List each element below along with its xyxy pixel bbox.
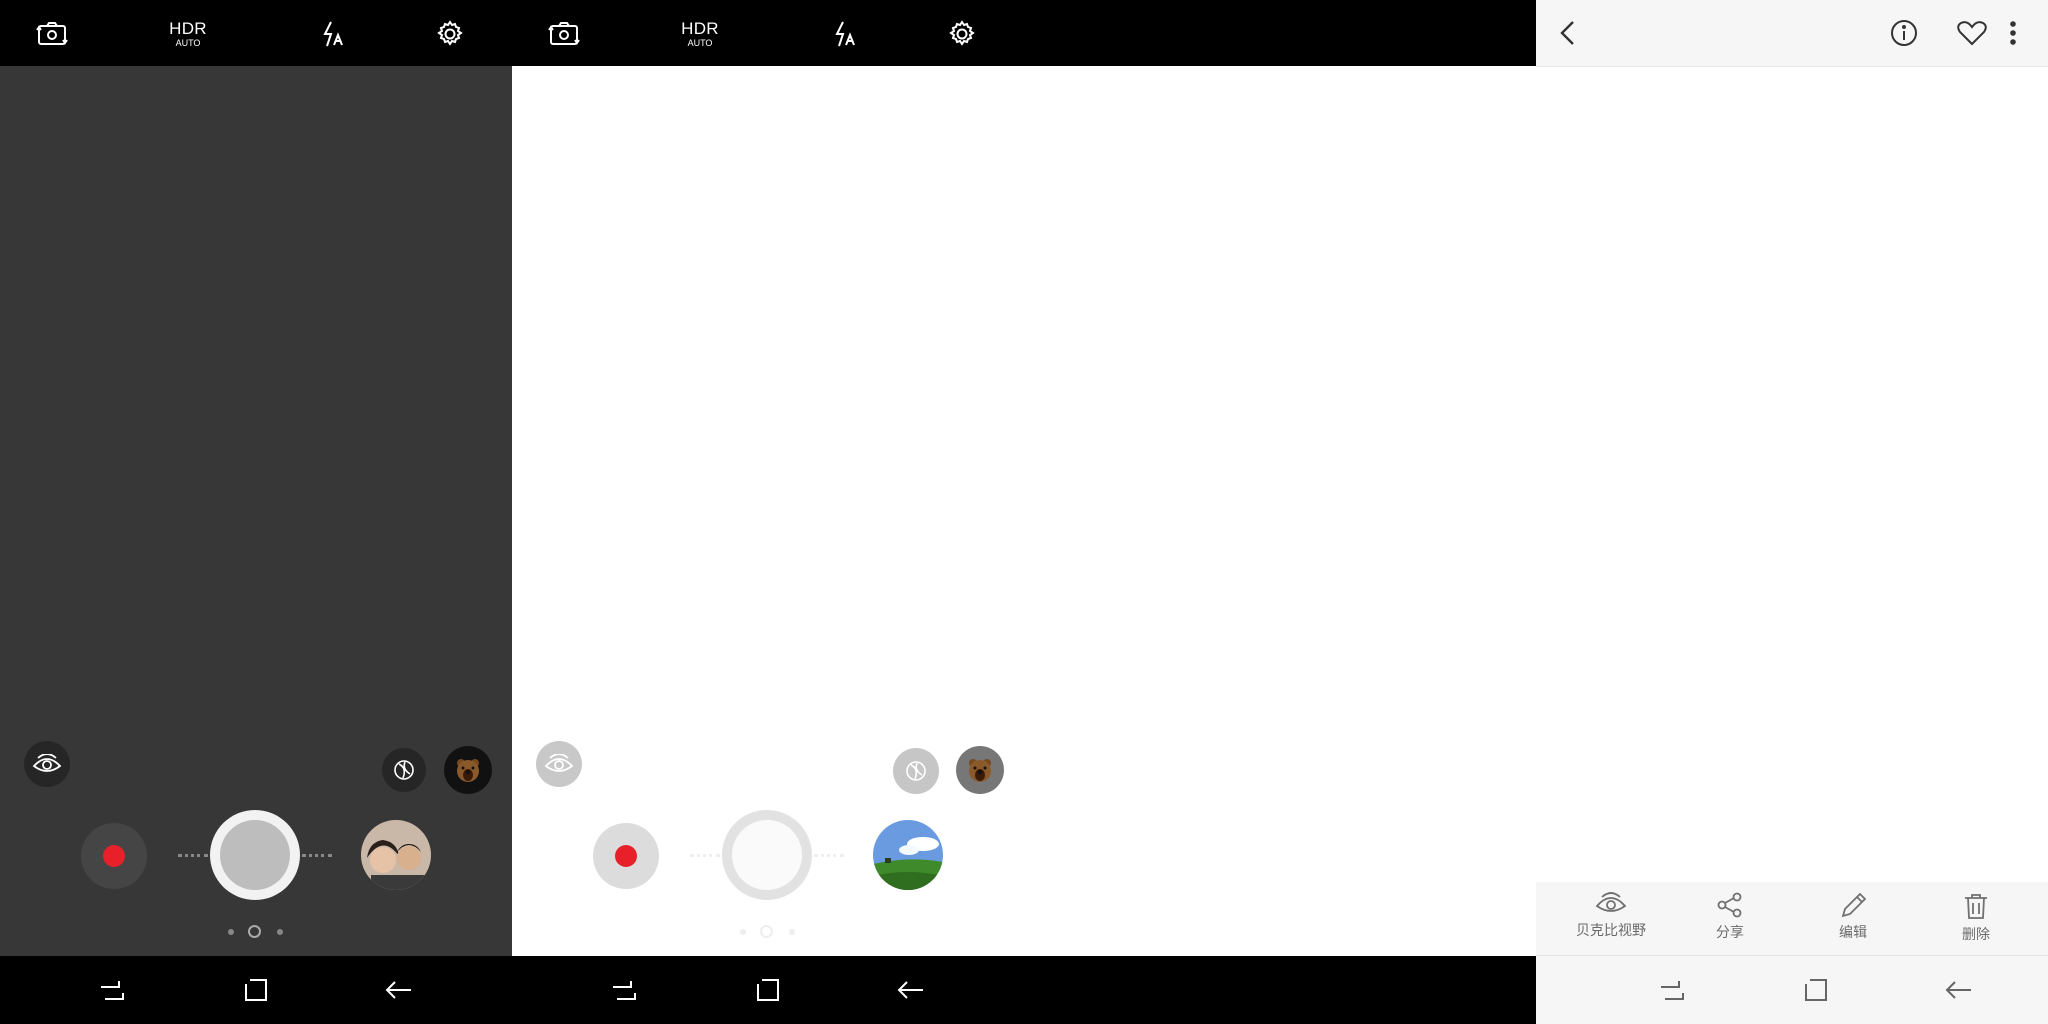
edit-pencil-icon	[1841, 892, 1867, 918]
settings-gear-icon[interactable]	[938, 10, 986, 58]
hdr-mode: AUTO	[175, 38, 201, 48]
recent-apps-icon[interactable]	[88, 970, 136, 1010]
switch-camera-icon[interactable]	[28, 10, 76, 58]
system-nav-bar	[1536, 955, 2048, 1024]
settings-gear-icon[interactable]	[426, 10, 474, 58]
pager-dot	[228, 929, 234, 935]
gallery-toolbar: 贝克比视野 分享 编辑 删除	[1536, 882, 2048, 955]
home-icon[interactable]	[1792, 970, 1840, 1010]
flash-auto-icon[interactable]	[821, 10, 869, 58]
favorite-heart-icon[interactable]	[1948, 13, 1996, 53]
tool-label: 编辑	[1839, 924, 1867, 940]
hdr-toggle[interactable]: HDR AUTO	[164, 10, 212, 58]
record-video-icon[interactable]	[81, 823, 147, 889]
gallery-viewer-screen: 贝克比视野 分享 编辑 删除	[1536, 0, 2048, 1024]
pager-dot-active	[248, 925, 261, 938]
camera-viewfinder-flash[interactable]	[512, 66, 1536, 956]
bear-sticker-icon[interactable]	[444, 746, 492, 794]
shutter-button[interactable]	[722, 810, 812, 900]
bear-sticker-icon[interactable]	[956, 746, 1004, 794]
system-nav-bar	[512, 956, 1536, 1024]
bixby-vision-eye-icon[interactable]	[536, 741, 582, 787]
hdr-mode: AUTO	[687, 38, 713, 48]
mode-pager	[226, 925, 286, 939]
hdr-label: HDR	[681, 19, 719, 38]
bixby-vision-eye-icon[interactable]	[24, 741, 70, 787]
shutter-divider-right	[302, 854, 332, 857]
system-nav-bar	[0, 956, 512, 1024]
gallery-thumbnail[interactable]	[361, 820, 431, 890]
record-video-icon[interactable]	[593, 823, 659, 889]
camera-top-bar: HDR AUTO	[0, 0, 512, 66]
share-icon	[1717, 892, 1742, 918]
hdr-toggle[interactable]: HDR AUTO	[676, 10, 724, 58]
shutter-button[interactable]	[210, 810, 300, 900]
back-arrow-icon[interactable]	[375, 970, 423, 1010]
info-icon[interactable]	[1880, 13, 1928, 53]
back-chevron-icon[interactable]	[1544, 13, 1592, 53]
shutter-divider-left	[178, 854, 208, 857]
filter-effects-icon[interactable]	[893, 748, 939, 794]
pager-dot	[277, 929, 283, 935]
tool-bixby-vision[interactable]: 贝克比视野	[1561, 892, 1661, 952]
photo-canvas[interactable]	[1536, 67, 2048, 882]
pager-dot	[789, 929, 795, 935]
gallery-header	[1536, 0, 2048, 67]
tool-delete[interactable]: 删除	[1926, 892, 2026, 952]
trash-icon	[1965, 894, 1987, 919]
tool-edit[interactable]: 编辑	[1803, 892, 1903, 952]
back-arrow-icon[interactable]	[1935, 970, 1983, 1010]
home-icon[interactable]	[744, 970, 792, 1010]
pager-dot-active	[760, 925, 773, 938]
tool-label: 删除	[1962, 926, 1990, 942]
tool-label: 贝克比视野	[1576, 922, 1646, 938]
recent-apps-icon[interactable]	[600, 970, 648, 1010]
more-options-icon[interactable]	[1998, 13, 2028, 53]
switch-camera-icon[interactable]	[540, 10, 588, 58]
camera-screen-capturing: HDR AUTO	[512, 0, 1536, 1024]
flash-auto-icon[interactable]	[309, 10, 357, 58]
gallery-thumbnail[interactable]	[873, 820, 943, 890]
mode-pager	[738, 925, 798, 939]
hdr-label: HDR	[169, 19, 207, 38]
filter-effects-icon[interactable]	[382, 748, 426, 792]
tool-label: 分享	[1716, 924, 1744, 940]
shutter-divider-left	[690, 854, 720, 857]
shutter-divider-right	[814, 854, 844, 857]
recent-apps-icon[interactable]	[1648, 970, 1696, 1010]
pager-dot	[740, 929, 746, 935]
back-arrow-icon[interactable]	[887, 970, 935, 1010]
bixby-vision-eye-icon	[1595, 892, 1627, 912]
tool-share[interactable]: 分享	[1680, 892, 1780, 952]
home-icon[interactable]	[232, 970, 280, 1010]
camera-screen-live: HDR AUTO	[0, 0, 512, 1024]
camera-top-bar: HDR AUTO	[512, 0, 1536, 66]
